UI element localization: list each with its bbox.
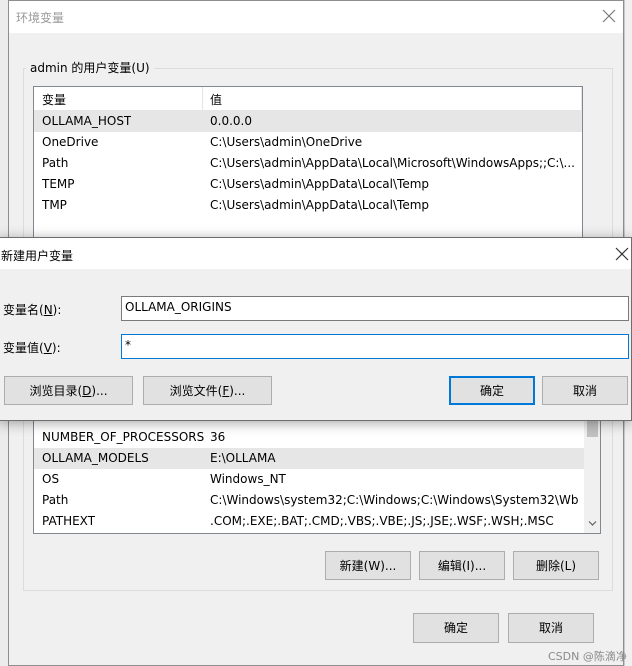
variable-value: C:\Users\admin\AppData\Local\Microsoft\W…: [210, 156, 575, 170]
variable-value: .COM;.EXE;.BAT;.CMD;.VBS;.VBE;.JS;.JSE;.…: [210, 514, 554, 528]
list-row[interactable]: OLLAMA_HOST 0.0.0.0: [34, 111, 582, 132]
dialog-titlebar: 新建用户变量: [0, 238, 631, 269]
variable-name: OneDrive: [42, 135, 99, 149]
close-icon[interactable]: [600, 7, 618, 25]
browse-file-button[interactable]: 浏览文件(F)...: [143, 376, 272, 405]
list-row[interactable]: OS Windows_NT: [34, 469, 600, 490]
ok-button[interactable]: 确定: [413, 613, 499, 643]
list-row[interactable]: Path C:\Windows\system32;C:\Windows;C:\W…: [34, 490, 600, 511]
variable-name: OLLAMA_MODELS: [42, 451, 149, 465]
variable-value-label: 变量值(V):: [3, 341, 61, 355]
variable-value: E:\OLLAMA: [210, 451, 276, 465]
dialog-title: 环境变量: [16, 11, 65, 25]
list-row[interactable]: Path C:\Users\admin\AppData\Local\Micros…: [34, 153, 582, 174]
scroll-down-arrow-icon[interactable]: [588, 519, 597, 528]
column-header-variable[interactable]: 变量: [42, 91, 66, 108]
variable-name-input[interactable]: OLLAMA_ORIGINS: [121, 296, 629, 321]
variable-name: Path: [42, 493, 69, 507]
variable-name-label: 变量名(N):: [3, 303, 62, 317]
variable-name: NUMBER_OF_PROCESSORS: [42, 430, 205, 444]
variable-name: TEMP: [42, 177, 75, 191]
dialog-titlebar: 环境变量: [9, 1, 623, 33]
variable-name: OS: [42, 472, 60, 486]
dialog-title: 新建用户变量: [1, 249, 74, 263]
variable-value: 36: [210, 430, 226, 444]
variable-value: C:\Windows\system32;C:\Windows;C:\Window…: [210, 493, 578, 507]
variable-value: 0.0.0.0: [210, 114, 252, 128]
variable-value: C:\Users\admin\OneDrive: [210, 135, 363, 149]
ok-button[interactable]: 确定: [449, 376, 535, 405]
variable-value: C:\Users\admin\AppData\Local\Temp: [210, 177, 430, 191]
scrollbar-thumb[interactable]: [587, 419, 598, 437]
variable-value: Windows_NT: [210, 472, 286, 486]
close-icon[interactable]: [615, 247, 629, 261]
cancel-button[interactable]: 取消: [508, 613, 594, 643]
variable-name: PATHEXT: [42, 514, 96, 528]
user-variables-list[interactable]: 变量 值 OLLAMA_HOST 0.0.0.0 OneDrive C:\Use…: [33, 86, 583, 238]
list-row[interactable]: TEMP C:\Users\admin\AppData\Local\Temp: [34, 174, 582, 195]
list-row[interactable]: OneDrive C:\Users\admin\OneDrive: [34, 132, 582, 153]
variable-name: TMP: [42, 198, 67, 212]
list-row[interactable]: TMP C:\Users\admin\AppData\Local\Temp: [34, 195, 582, 216]
system-variables-list[interactable]: NUMBER_OF_PROCESSORS 36 OLLAMA_MODELS E:…: [33, 406, 601, 534]
system-new-button[interactable]: 新建(W)...: [325, 551, 411, 580]
vertical-scrollbar[interactable]: [584, 407, 600, 533]
variable-value-input[interactable]: *: [121, 334, 629, 359]
cancel-button[interactable]: 取消: [542, 376, 628, 405]
column-divider[interactable]: [581, 87, 582, 111]
new-user-variable-dialog: 新建用户变量 变量名(N): OLLAMA_ORIGINS 变量值(V): * …: [0, 237, 632, 421]
variable-name: OLLAMA_HOST: [42, 114, 132, 128]
list-row[interactable]: PATHEXT .COM;.EXE;.BAT;.CMD;.VBS;.VBE;.J…: [34, 511, 600, 532]
user-variables-group-label: admin 的用户变量(U): [26, 59, 154, 76]
watermark: CSDN @陈滴净: [548, 650, 627, 663]
column-header-value[interactable]: 值: [210, 91, 222, 108]
list-row[interactable]: NUMBER_OF_PROCESSORS 36: [34, 427, 600, 448]
list-header: 变量 值: [34, 87, 582, 111]
browse-directory-button[interactable]: 浏览目录(D)...: [4, 376, 133, 405]
column-divider[interactable]: [202, 87, 203, 111]
system-delete-button[interactable]: 删除(L): [513, 551, 599, 580]
variable-value: C:\Users\admin\AppData\Local\Temp: [210, 198, 430, 212]
system-edit-button[interactable]: 编辑(I)...: [419, 551, 505, 580]
list-row[interactable]: OLLAMA_MODELS E:\OLLAMA: [34, 448, 584, 469]
variable-name: Path: [42, 156, 69, 170]
